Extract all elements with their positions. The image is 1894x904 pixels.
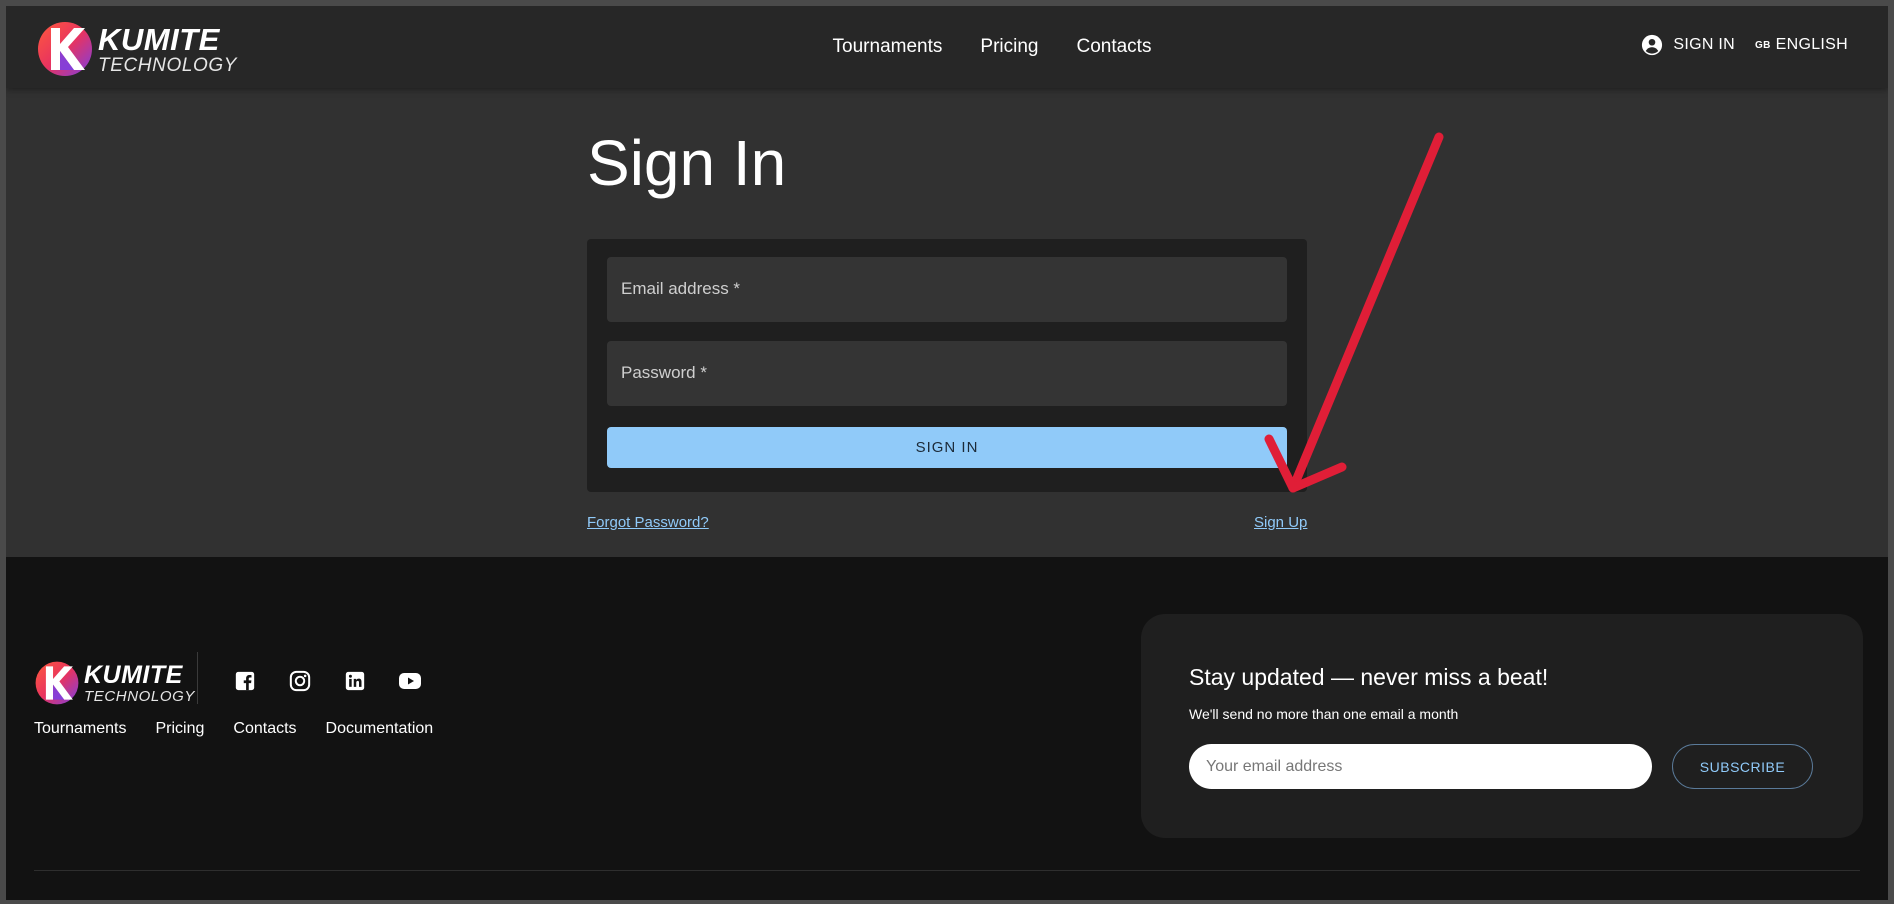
youtube-icon[interactable] [395, 666, 425, 696]
newsletter-subtitle: We'll send no more than one email a mont… [1189, 706, 1459, 722]
footer-brand-logo[interactable]: KUMITE TECHNOLOGY [34, 660, 195, 706]
social-links [230, 666, 425, 696]
header-actions: SIGN IN GB ENGLISH [1641, 34, 1848, 56]
site-footer: KUMITE TECHNOLOGY Tournaments Pricing Co… [6, 557, 1888, 900]
sign-up-link[interactable]: Sign Up [1254, 514, 1307, 531]
footer-link-pricing[interactable]: Pricing [156, 720, 205, 738]
newsletter-email-input[interactable] [1189, 744, 1652, 789]
kumite-logo-icon [35, 661, 79, 705]
password-field-label: Password * [621, 363, 707, 382]
instagram-icon[interactable] [285, 666, 315, 696]
email-field[interactable]: Email address * [607, 257, 1287, 322]
password-field[interactable]: Password * [607, 341, 1287, 406]
nav-pricing[interactable]: Pricing [980, 36, 1038, 58]
facebook-icon[interactable] [230, 666, 260, 696]
footer-divider [197, 652, 198, 704]
subscribe-button[interactable]: SUBSCRIBE [1672, 744, 1813, 789]
browser-viewport: KUMITE TECHNOLOGY Tournaments Pricing Co… [6, 6, 1888, 900]
sign-in-card: Email address * Password * SIGN IN [587, 239, 1307, 492]
footer-bottom-divider [34, 870, 1860, 871]
footer-brand-tagline: TECHNOLOGY [84, 687, 196, 705]
email-field-label: Email address * [621, 279, 741, 298]
nav-contacts[interactable]: Contacts [1076, 36, 1151, 58]
sign-in-submit-button[interactable]: SIGN IN [607, 427, 1287, 468]
newsletter-title: Stay updated — never miss a beat! [1189, 664, 1549, 690]
newsletter-card: Stay updated — never miss a beat! We'll … [1141, 614, 1863, 838]
flag-gb-icon: GB [1755, 39, 1771, 51]
header-sign-in-label: SIGN IN [1673, 36, 1736, 53]
language-selector[interactable]: GB ENGLISH [1755, 36, 1848, 54]
footer-nav: Tournaments Pricing Contacts Documentati… [34, 720, 433, 738]
language-label: ENGLISH [1775, 36, 1848, 53]
main-nav: Tournaments Pricing Contacts [6, 36, 1888, 58]
account-circle-icon [1642, 34, 1663, 56]
footer-link-tournaments[interactable]: Tournaments [34, 720, 127, 738]
arrow-shaft [1288, 132, 1444, 493]
brand-tagline: TECHNOLOGY [98, 54, 238, 76]
footer-link-documentation[interactable]: Documentation [326, 720, 434, 738]
top-navbar: KUMITE TECHNOLOGY Tournaments Pricing Co… [6, 6, 1888, 88]
linkedin-icon[interactable] [340, 666, 370, 696]
header-sign-in-button[interactable]: SIGN IN [1641, 34, 1735, 56]
footer-link-contacts[interactable]: Contacts [233, 720, 296, 738]
footer-brand-name: KUMITE [84, 660, 183, 689]
page-title: Sign In [587, 127, 787, 199]
nav-tournaments[interactable]: Tournaments [833, 36, 943, 58]
forgot-password-link[interactable]: Forgot Password? [587, 514, 709, 531]
